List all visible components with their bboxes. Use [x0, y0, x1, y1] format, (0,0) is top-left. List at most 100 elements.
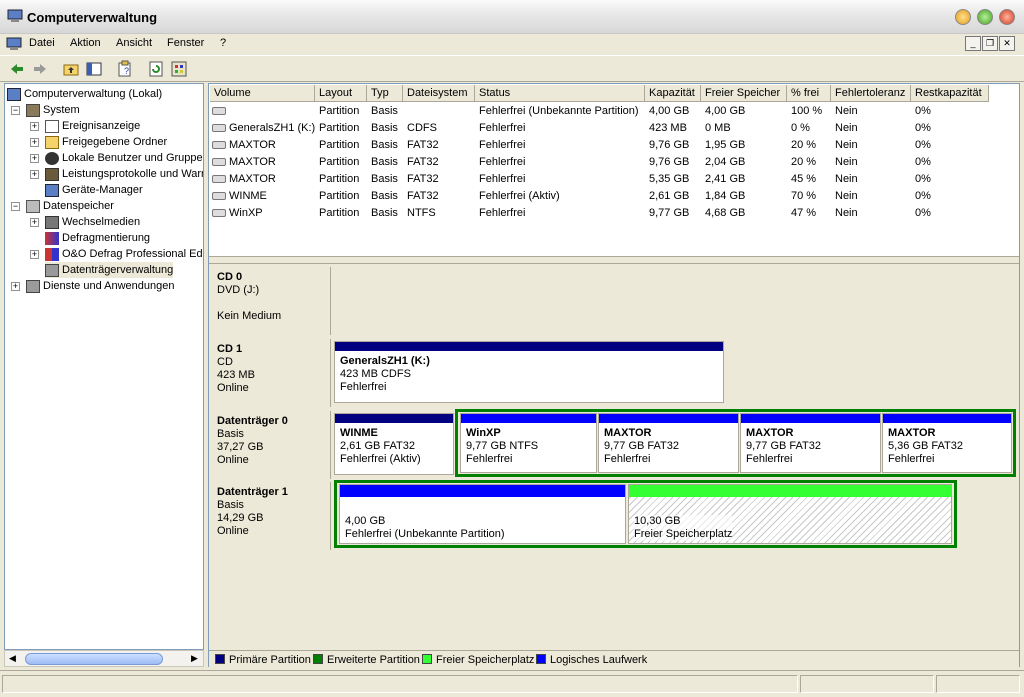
- table-cell: 0%: [915, 105, 931, 117]
- legend-label: Primäre Partition: [229, 654, 311, 666]
- details-pane: Volume Layout Typ Dateisystem Status Kap…: [208, 83, 1020, 668]
- close-button[interactable]: [999, 9, 1015, 25]
- partition-generals[interactable]: GeneralsZH1 (K:) 423 MB CDFS Fehlerfrei: [334, 341, 724, 403]
- back-icon[interactable]: [8, 60, 26, 78]
- partition-title: GeneralsZH1 (K:): [340, 355, 430, 367]
- tree-item-local-users[interactable]: Lokale Benutzer und Gruppen: [45, 150, 203, 166]
- tree-label: System: [43, 104, 80, 116]
- partition-unknown[interactable]: 4,00 GB Fehlerfrei (Unbekannte Partition): [339, 484, 626, 544]
- column-header[interactable]: Status: [475, 85, 645, 102]
- expand-icon[interactable]: +: [30, 170, 39, 179]
- table-row[interactable]: WINME Partition Basis FAT32 Fehlerfrei (Akti…: [209, 188, 999, 205]
- partition-maxtor-3[interactable]: MAXTOR 5,36 GB FAT32 Fehlerfrei: [882, 413, 1012, 473]
- console-tree: Computerverwaltung (Lokal) − System + Er…: [4, 83, 204, 650]
- menu-aktion[interactable]: Aktion: [70, 37, 101, 49]
- partition-winme[interactable]: WINME 2,61 GB FAT32 Fehlerfrei (Aktiv): [334, 413, 454, 475]
- scrollbar-thumb[interactable]: [25, 653, 163, 665]
- tree-item-storage[interactable]: Datenspeicher: [26, 198, 114, 214]
- disk-name: CD 1: [217, 343, 243, 355]
- tree-item-services[interactable]: Dienste und Anwendungen: [26, 278, 175, 294]
- column-header[interactable]: Restkapazität: [911, 85, 989, 102]
- disk-info: CD: [217, 356, 233, 368]
- tree-item-device-manager[interactable]: Geräte-Manager: [45, 182, 143, 198]
- partition-info: 423 MB CDFS: [340, 368, 411, 380]
- tree-horizontal-scrollbar[interactable]: ◀ ▶: [4, 650, 204, 667]
- column-header[interactable]: Kapazität: [645, 85, 701, 102]
- mdi-close-button[interactable]: ✕: [999, 36, 1015, 51]
- tree-item-defragmentation[interactable]: Defragmentierung: [45, 230, 150, 246]
- app-menu-icon[interactable]: [6, 37, 22, 51]
- expand-icon[interactable]: +: [30, 138, 39, 147]
- expand-icon[interactable]: +: [30, 154, 39, 163]
- scroll-left-icon[interactable]: ◀: [9, 653, 16, 664]
- table-cell: Fehlerfrei: [479, 173, 526, 185]
- table-row[interactable]: WinXP Partition Basis NTFS Fehlerfrei 9,77 GB…: [209, 205, 999, 222]
- tree-label: Datenspeicher: [43, 200, 114, 212]
- pane-splitter[interactable]: [209, 256, 1019, 264]
- partition-maxtor-1[interactable]: MAXTOR 9,77 GB FAT32 Fehlerfrei: [598, 413, 739, 473]
- minimize-button[interactable]: [955, 9, 971, 25]
- tree-item-root[interactable]: Computerverwaltung (Lokal): [7, 86, 162, 102]
- table-cell: Basis: [371, 122, 398, 134]
- table-cell: FAT32: [407, 156, 439, 168]
- up-folder-icon[interactable]: [62, 60, 80, 78]
- refresh-icon[interactable]: [147, 60, 165, 78]
- menu-help[interactable]: ?: [220, 37, 226, 49]
- forward-icon[interactable]: [31, 60, 49, 78]
- table-cell: 1,84 GB: [705, 190, 746, 202]
- disk-label-disk0[interactable]: Datenträger 0 Basis 37,27 GB Online: [211, 411, 331, 479]
- column-header[interactable]: Fehlertoleranz: [831, 85, 911, 102]
- title-bar[interactable]: Computerverwaltung: [0, 0, 1024, 34]
- table-row[interactable]: GeneralsZH1 (K:) Partition Basis CDFS Fehler…: [209, 120, 999, 137]
- tree-item-event-viewer[interactable]: Ereignisanzeige: [45, 118, 140, 134]
- table-row[interactable]: MAXTOR Partition Basis FAT32 Fehlerfrei 9,76 …: [209, 137, 999, 154]
- expand-icon[interactable]: +: [30, 218, 39, 227]
- column-header[interactable]: Typ: [367, 85, 403, 102]
- column-header[interactable]: Layout: [315, 85, 367, 102]
- column-header[interactable]: Freier Speicher: [701, 85, 787, 102]
- expand-icon[interactable]: +: [11, 282, 20, 291]
- disk-row-cd0: [332, 267, 1016, 335]
- collapse-icon[interactable]: −: [11, 106, 20, 115]
- mdi-restore-button[interactable]: ❐: [982, 36, 998, 51]
- tree-item-system[interactable]: System: [26, 102, 80, 118]
- tree-item-shared-folders[interactable]: Freigegebene Ordner: [45, 134, 167, 150]
- tree-item-removable-media[interactable]: Wechselmedien: [45, 214, 140, 230]
- collapse-icon[interactable]: −: [11, 202, 20, 211]
- column-header[interactable]: % frei: [787, 85, 831, 102]
- properties-icon[interactable]: ?: [116, 60, 134, 78]
- partition-title: WINME: [340, 427, 378, 439]
- partition-info: 2,61 GB FAT32: [340, 440, 416, 452]
- services-icon: [26, 279, 40, 293]
- table-cell: Nein: [835, 139, 858, 151]
- expand-icon[interactable]: +: [30, 122, 39, 131]
- disk-label-cd1[interactable]: CD 1 CD 423 MB Online: [211, 339, 331, 407]
- table-cell: 2,04 GB: [705, 156, 746, 168]
- menu-ansicht[interactable]: Ansicht: [116, 37, 152, 49]
- shared-folder-icon: [45, 135, 59, 149]
- mdi-minimize-button[interactable]: _: [965, 36, 981, 51]
- maximize-button[interactable]: [977, 9, 993, 25]
- table-row[interactable]: MAXTOR Partition Basis FAT32 Fehlerfrei 9,76 …: [209, 154, 999, 171]
- menu-datei[interactable]: Datei: [29, 37, 55, 49]
- disk-info: Basis: [217, 499, 244, 511]
- column-header[interactable]: Volume: [210, 85, 315, 102]
- scroll-right-icon[interactable]: ▶: [191, 653, 198, 664]
- tree-item-performance-logs[interactable]: Leistungsprotokolle und Warnungen: [45, 166, 203, 182]
- menu-fenster[interactable]: Fenster: [167, 37, 204, 49]
- partition-maxtor-2[interactable]: MAXTOR 9,77 GB FAT32 Fehlerfrei: [740, 413, 881, 473]
- table-row[interactable]: MAXTOR Partition Basis FAT32 Fehlerfrei 5,35 …: [209, 171, 999, 188]
- free-space[interactable]: 10,30 GB Freier Speicherplatz: [628, 484, 952, 544]
- expand-icon[interactable]: +: [30, 250, 39, 259]
- column-header[interactable]: Dateisystem: [403, 85, 475, 102]
- show-tree-icon[interactable]: [85, 60, 103, 78]
- disk-label-disk1[interactable]: Datenträger 1 Basis 14,29 GB Online: [211, 482, 331, 550]
- table-cell: 20 %: [791, 156, 817, 168]
- partition-winxp[interactable]: WinXP 9,77 GB NTFS Fehlerfrei: [460, 413, 597, 473]
- tree-item-disk-management[interactable]: Datenträgerverwaltung: [45, 262, 174, 278]
- table-row[interactable]: Partition Basis Fehlerfrei (Unbekannte Par…: [209, 103, 999, 120]
- tree-item-oo-defrag[interactable]: O&O Defrag Professional Edition: [45, 246, 203, 262]
- settings-icon[interactable]: [170, 60, 188, 78]
- disk-label-cd0[interactable]: CD 0 DVD (J:) Kein Medium: [211, 267, 331, 335]
- table-cell: Partition: [319, 105, 360, 117]
